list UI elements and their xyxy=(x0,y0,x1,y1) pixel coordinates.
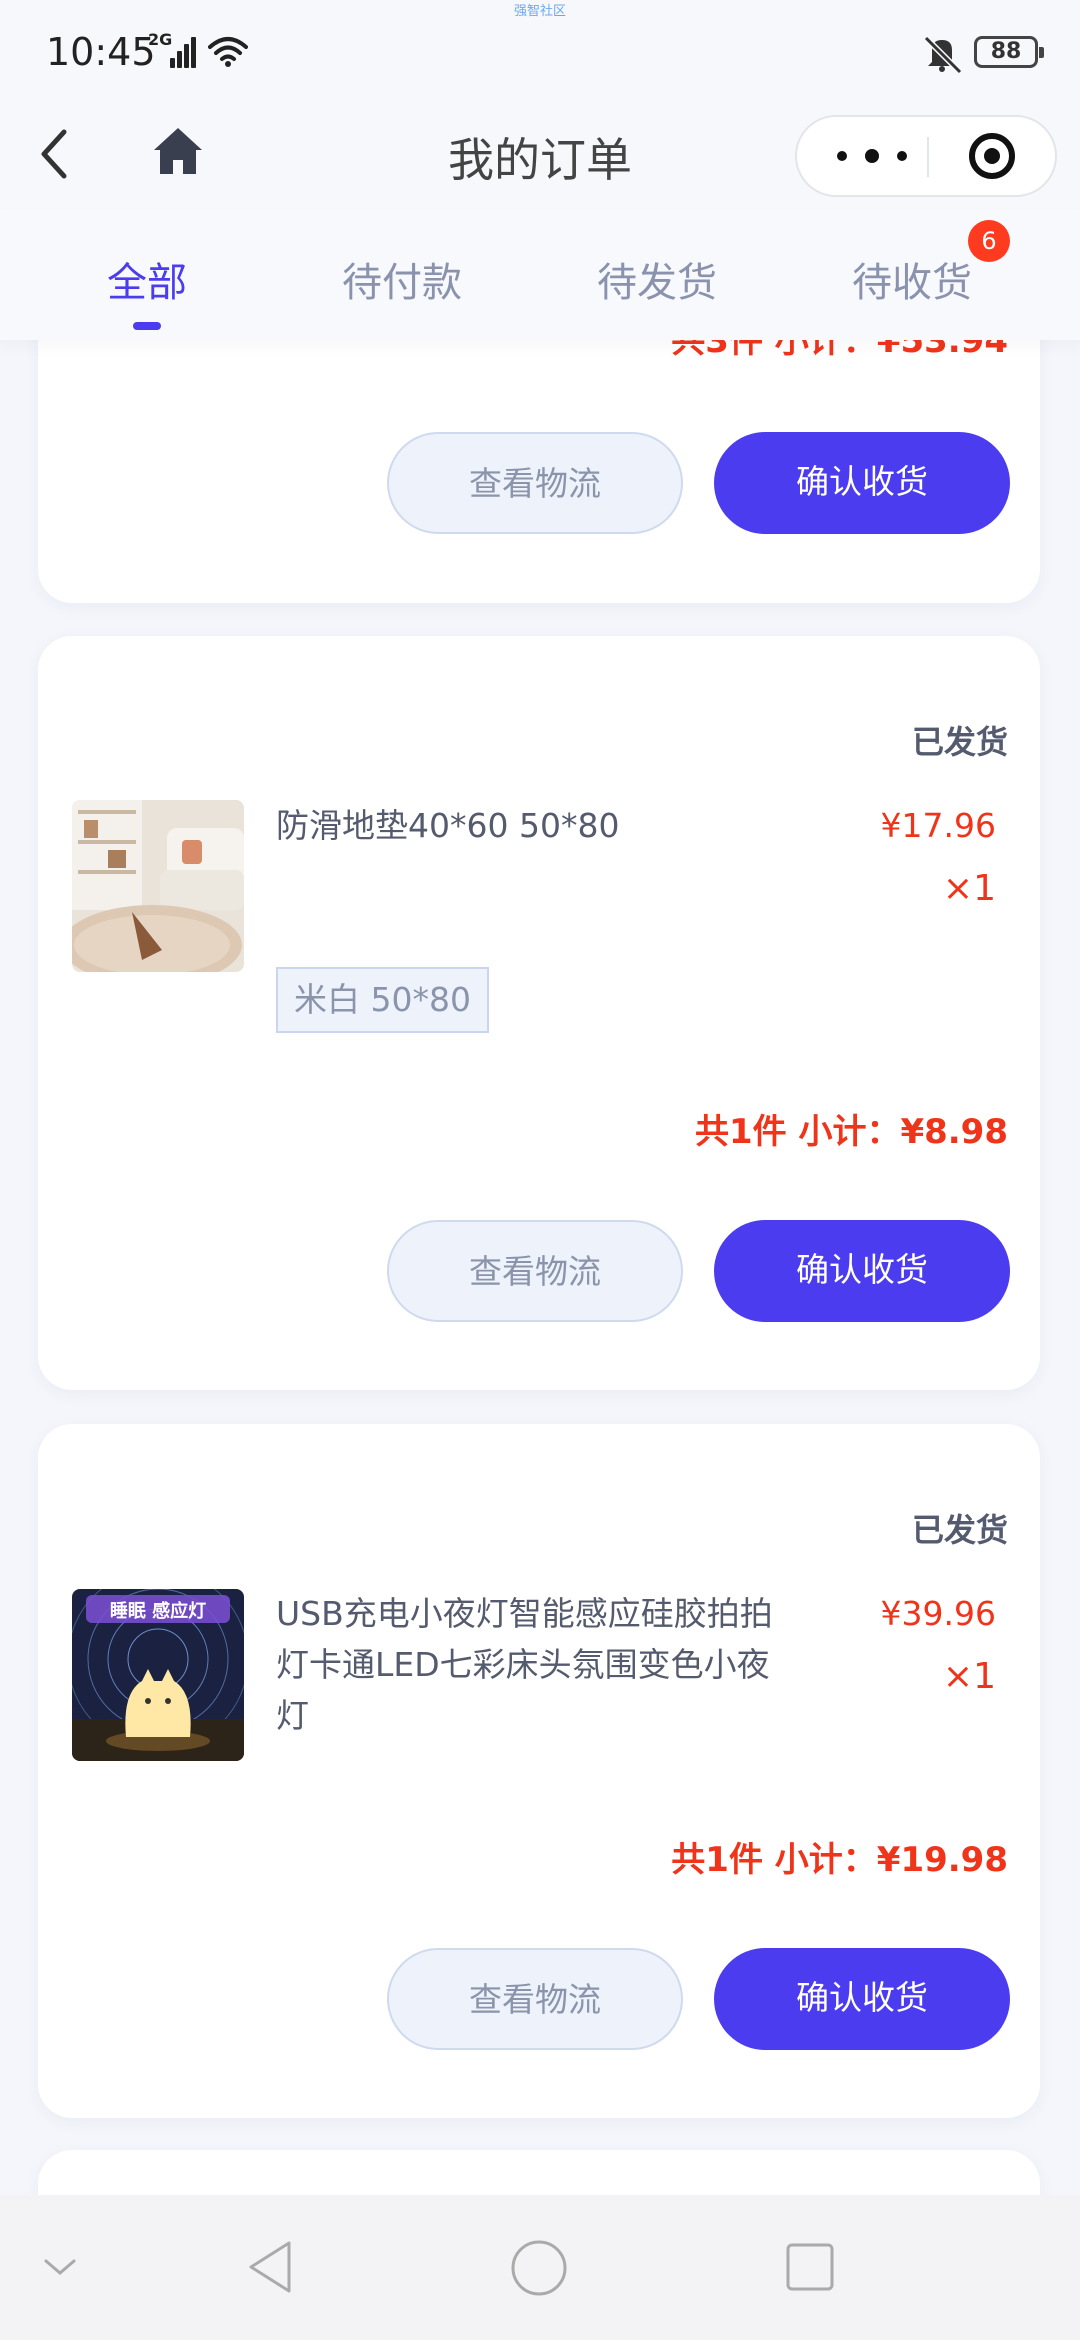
product-name[interactable]: USB充电小夜灯智能感应硅胶拍拍灯卡通LED七彩床头氛围变色小夜灯 xyxy=(276,1588,796,1741)
thumbnail-caption: 睡眠 感应灯 xyxy=(109,1601,207,1622)
product-sku: 米白 50*80 xyxy=(276,967,489,1033)
order-status: 已发货 xyxy=(911,723,1008,761)
tab-all[interactable]: 全部 xyxy=(47,250,247,308)
close-miniprogram-icon[interactable] xyxy=(969,133,1015,179)
confirm-receipt-button[interactable]: 确认收货 xyxy=(714,432,1010,534)
status-bar: 强智社区 10:45 2G 88 xyxy=(0,0,1080,100)
product-name[interactable]: 防滑地垫40*60 50*80 xyxy=(276,800,796,851)
nav-bar: 我的订单 xyxy=(0,100,1080,210)
chevron-down-icon[interactable] xyxy=(40,2247,80,2287)
pending-receipt-badge: 6 xyxy=(968,220,1010,262)
screen: 强智社区 10:45 2G 88 我的订单 全部 待付款 待发货 待收货 6 共… xyxy=(0,0,1080,2340)
view-logistics-button[interactable]: 查看物流 xyxy=(387,1948,683,2050)
order-card: 已发货 防滑地垫40*60 50*80 ¥17.96 ×1 米白 50*80 共… xyxy=(38,636,1040,1390)
active-tab-indicator xyxy=(133,322,161,330)
mini-program-capsule xyxy=(795,115,1057,197)
top-app-text: 强智社区 xyxy=(513,4,566,19)
product-price: ¥17.96 xyxy=(880,806,996,845)
back-triangle-icon[interactable] xyxy=(245,2239,295,2295)
order-card: 已发货 睡眠 感应灯 USB充电小夜灯智能感应硅胶拍拍灯卡通LED七彩床头氛围变… xyxy=(38,1424,1040,2118)
product-price: ¥39.96 xyxy=(880,1594,996,1633)
product-thumbnail[interactable] xyxy=(72,800,244,972)
tab-pending-payment[interactable]: 待付款 xyxy=(302,250,502,308)
order-subtotal: 共1件 小计：¥19.98 xyxy=(671,1840,1008,1880)
confirm-receipt-button[interactable]: 确认收货 xyxy=(714,1220,1010,1322)
order-tabs: 全部 待付款 待发货 待收货 xyxy=(0,210,1080,340)
capsule-divider xyxy=(927,137,929,177)
wifi-icon xyxy=(208,37,248,67)
view-logistics-button[interactable]: 查看物流 xyxy=(387,432,683,534)
network-type: 2G xyxy=(148,30,173,49)
home-circle-icon[interactable] xyxy=(510,2239,568,2297)
product-thumbnail[interactable]: 睡眠 感应灯 xyxy=(72,1589,244,1761)
tab-pending-shipment[interactable]: 待发货 xyxy=(557,250,757,308)
order-status: 已发货 xyxy=(911,1511,1008,1549)
confirm-receipt-button[interactable]: 确认收货 xyxy=(714,1948,1010,2050)
view-logistics-button[interactable]: 查看物流 xyxy=(387,1220,683,1322)
order-subtotal: 共1件 小计：¥8.98 xyxy=(694,1112,1008,1152)
system-nav-bar xyxy=(0,2195,1080,2340)
more-icon[interactable] xyxy=(837,117,907,195)
product-quantity: ×1 xyxy=(942,1656,996,1697)
recent-apps-icon[interactable] xyxy=(784,2241,836,2293)
product-quantity: ×1 xyxy=(942,868,996,909)
status-time: 10:45 xyxy=(46,30,156,74)
battery-icon: 88 xyxy=(974,36,1044,68)
mute-icon xyxy=(923,35,963,74)
signal-icon xyxy=(170,36,196,68)
